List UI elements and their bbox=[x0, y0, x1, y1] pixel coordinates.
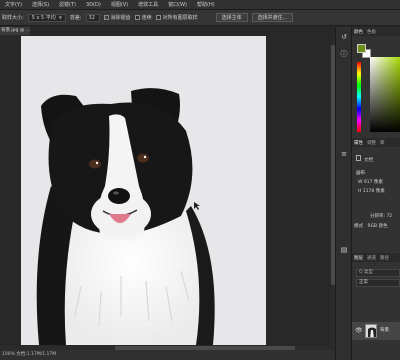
layer-thumbnail bbox=[365, 324, 377, 338]
sample-size-select[interactable]: 5 x 5 平均 ▼ bbox=[27, 13, 66, 22]
panel-icon-column: ↺ ⓘ ≡ ▤ bbox=[335, 27, 351, 360]
tab-properties[interactable]: 属性 bbox=[353, 140, 364, 146]
foreground-color-swatch[interactable] bbox=[357, 44, 366, 53]
document-tab-bar: 背景.jpg @ ... bbox=[0, 27, 335, 35]
checkbox-checked-icon: ✓ bbox=[103, 14, 109, 20]
menu-item[interactable]: 滤镜(T) bbox=[54, 1, 81, 8]
mode-value[interactable]: RGB 颜色 bbox=[367, 224, 387, 229]
blend-mode-select[interactable]: 正常 bbox=[356, 279, 400, 287]
contiguous-label: 连续 bbox=[141, 15, 152, 21]
antialias-label: 消除锯齿 bbox=[110, 15, 131, 21]
properties-panel-tabs: 属性 调整 库 bbox=[352, 138, 400, 147]
menu-item[interactable]: 视图(V) bbox=[106, 1, 133, 8]
tab-adjustments[interactable]: 调整 bbox=[366, 140, 377, 146]
adjust-icon[interactable]: ≡ bbox=[339, 149, 349, 159]
sample-size-value: 5 x 5 平均 bbox=[31, 15, 56, 21]
tab-swatches[interactable]: 色板 bbox=[366, 29, 377, 35]
select-subject-button[interactable]: 选择主体 bbox=[215, 13, 248, 22]
checkbox-icon bbox=[134, 15, 140, 20]
sample-size-label: 取样大小: bbox=[2, 15, 24, 21]
layer-filter-input[interactable]: Q 类型 bbox=[356, 269, 400, 277]
menu-item[interactable]: 文字(Y) bbox=[0, 1, 27, 8]
menu-bar: 文字(Y) 选择(S) 滤镜(T) 3D(D) 视图(V) 增效工具 窗口(W) 帮助(H) bbox=[0, 0, 400, 10]
width-value[interactable]: 917 像素 bbox=[364, 180, 383, 185]
width-row: W 917 像素 bbox=[358, 179, 383, 185]
tab-color[interactable]: 颜色 bbox=[353, 29, 364, 35]
history-icon[interactable]: ↺ bbox=[339, 32, 349, 42]
tolerance-label: 容差: bbox=[69, 15, 82, 21]
layers-icon[interactable]: ▤ bbox=[339, 245, 349, 255]
document-tab[interactable]: 背景.jpg @ ... bbox=[0, 27, 30, 35]
tab-libraries[interactable]: 库 bbox=[379, 140, 386, 146]
tab-layers[interactable]: 图层 bbox=[353, 255, 364, 261]
menu-item[interactable]: 3D(D) bbox=[81, 2, 106, 8]
height-row: H 1178 像素 bbox=[358, 188, 385, 194]
canvas-heading: 画布 bbox=[356, 171, 365, 176]
dog-photo bbox=[21, 36, 266, 345]
menu-item[interactable]: 选择(S) bbox=[27, 1, 54, 8]
menu-item[interactable]: 窗口(W) bbox=[163, 1, 192, 8]
hue-slider[interactable] bbox=[357, 62, 361, 132]
tab-paths[interactable]: 路径 bbox=[379, 255, 390, 261]
sample-all-layers-label: 对所有图层取样 bbox=[162, 15, 198, 21]
checkbox-icon bbox=[155, 15, 161, 20]
eye-icon[interactable]: 👁 bbox=[355, 327, 363, 335]
tolerance-input[interactable]: 32 bbox=[85, 13, 100, 22]
color-panel-tabs: 颜色 色板 bbox=[352, 27, 400, 36]
chevron-down-icon: ▼ bbox=[58, 15, 62, 20]
options-bar: 取样大小: 5 x 5 平均 ▼ 容差: 32 ✓ 消除锯齿 连续 对所有图层取… bbox=[0, 10, 400, 26]
menu-item[interactable]: 帮助(H) bbox=[192, 1, 220, 8]
height-label: H bbox=[358, 189, 362, 194]
mode-row: 模式 RGB 颜色 bbox=[354, 223, 388, 229]
right-panel: 颜色 色板 属性 调整 库 文档 画布 W 917 像素 H 1178 像素 分… bbox=[351, 27, 400, 360]
layer-name[interactable]: 背景 bbox=[380, 327, 389, 335]
document-icon bbox=[356, 155, 361, 161]
sample-all-layers-checkbox[interactable]: 对所有图层取样 bbox=[155, 14, 198, 21]
color-picker-field[interactable] bbox=[370, 57, 400, 132]
select-and-mask-button[interactable]: 选择并遮住... bbox=[251, 13, 294, 22]
properties-title: 文档 bbox=[364, 158, 373, 163]
width-label: W bbox=[358, 180, 363, 185]
height-value[interactable]: 1178 像素 bbox=[363, 189, 385, 194]
tab-channels[interactable]: 通道 bbox=[366, 255, 377, 261]
resolution-text: 分辨率: 72 bbox=[370, 214, 393, 219]
menu-item[interactable]: 增效工具 bbox=[133, 1, 163, 8]
layer-row-background[interactable]: 👁 背景 bbox=[352, 322, 400, 340]
layers-panel-tabs: 图层 通道 路径 bbox=[352, 253, 400, 262]
mode-label: 模式 bbox=[354, 224, 363, 229]
contiguous-checkbox[interactable]: 连续 bbox=[134, 14, 152, 21]
info-icon[interactable]: ⓘ bbox=[339, 49, 349, 59]
status-bar: 100% 文档:1.17M/1.17M bbox=[0, 350, 335, 360]
antialias-checkbox[interactable]: ✓ 消除锯齿 bbox=[103, 14, 131, 21]
canvas-image[interactable] bbox=[21, 36, 266, 345]
